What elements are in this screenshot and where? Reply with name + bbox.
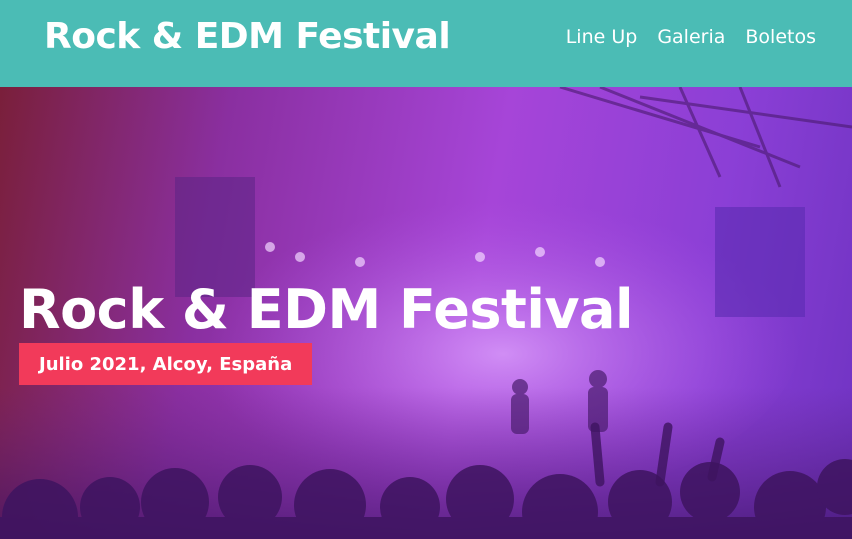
site-logo[interactable]: Rock & EDM Festival [44, 16, 451, 57]
event-date-text: Julio 2021, Alcoy, España [39, 353, 293, 375]
site-header: Rock & EDM Festival Line Up Galeria Bole… [0, 0, 852, 87]
nav-link-lineup[interactable]: Line Up [566, 26, 638, 48]
nav-link-boletos[interactable]: Boletos [745, 26, 816, 48]
hero-title: Rock & EDM Festival [19, 278, 633, 341]
nav-link-galeria[interactable]: Galeria [657, 26, 725, 48]
event-date-badge: Julio 2021, Alcoy, España [19, 343, 313, 385]
main-nav: Line Up Galeria Boletos [566, 26, 816, 48]
hero-banner: Rock & EDM Festival Julio 2021, Alcoy, E… [0, 87, 852, 539]
